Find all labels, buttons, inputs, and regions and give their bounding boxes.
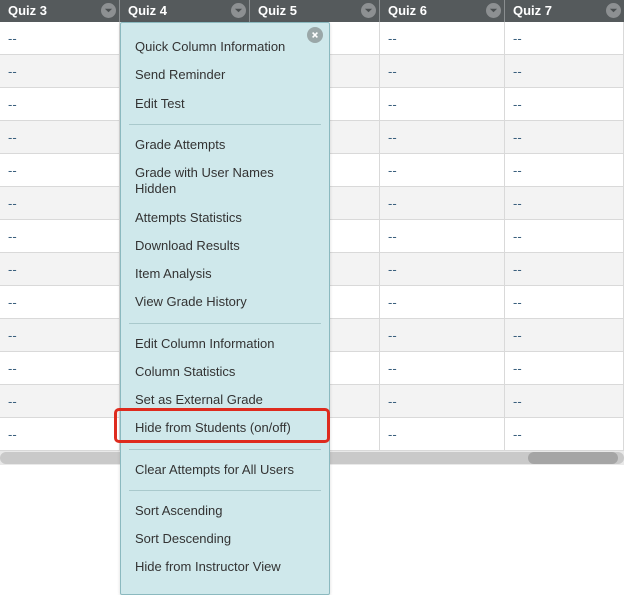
menu-item-sort-ascending[interactable]: Sort Ascending (121, 497, 329, 525)
menu-item-hide-from-students-on-off[interactable]: Hide from Students (on/off) (121, 414, 329, 442)
column-header-quiz-6[interactable]: Quiz 6 (380, 0, 505, 22)
chevron-down-icon[interactable] (231, 3, 246, 18)
menu-item-sort-descending[interactable]: Sort Descending (121, 525, 329, 553)
grade-cell[interactable]: -- (505, 154, 624, 187)
menu-item-view-grade-history[interactable]: View Grade History (121, 288, 329, 316)
menu-item-download-results[interactable]: Download Results (121, 232, 329, 260)
grade-cell[interactable]: -- (505, 220, 624, 253)
scrollbar-thumb[interactable] (528, 452, 618, 464)
grade-cell[interactable]: -- (505, 385, 624, 418)
close-icon[interactable] (307, 27, 323, 43)
menu-item-hide-from-instructor-view[interactable]: Hide from Instructor View (121, 553, 329, 581)
column-header-label: Quiz 5 (258, 3, 297, 18)
grade-cell[interactable]: -- (380, 385, 505, 418)
menu-separator (129, 490, 321, 491)
menu-item-column-statistics[interactable]: Column Statistics (121, 358, 329, 386)
grade-cell[interactable]: -- (380, 286, 505, 319)
grade-cell[interactable]: -- (380, 88, 505, 121)
menu-item-grade-attempts[interactable]: Grade Attempts (121, 131, 329, 159)
grade-cell[interactable]: -- (0, 55, 120, 88)
grade-cell[interactable]: -- (380, 154, 505, 187)
grade-cell[interactable]: -- (380, 55, 505, 88)
grade-cell[interactable]: -- (505, 55, 624, 88)
grade-cell[interactable]: -- (505, 352, 624, 385)
grade-cell[interactable]: -- (380, 319, 505, 352)
grade-cell[interactable]: -- (505, 22, 624, 55)
grade-cell[interactable]: -- (380, 352, 505, 385)
grade-cell[interactable]: -- (380, 22, 505, 55)
grade-cell[interactable]: -- (0, 319, 120, 352)
grade-cell[interactable]: -- (505, 253, 624, 286)
column-header-quiz-3[interactable]: Quiz 3 (0, 0, 120, 22)
grade-cell[interactable]: -- (505, 418, 624, 451)
menu-group: Sort AscendingSort DescendingHide from I… (121, 493, 329, 586)
column-options-menu: Quick Column InformationSend ReminderEdi… (120, 22, 330, 595)
menu-item-send-reminder[interactable]: Send Reminder (121, 61, 329, 89)
grade-cell[interactable]: -- (505, 187, 624, 220)
menu-item-item-analysis[interactable]: Item Analysis (121, 260, 329, 288)
grade-cell[interactable]: -- (505, 88, 624, 121)
grade-cell[interactable]: -- (0, 418, 120, 451)
menu-item-attempts-statistics[interactable]: Attempts Statistics (121, 204, 329, 232)
column-header-label: Quiz 3 (8, 3, 47, 18)
menu-separator (129, 323, 321, 324)
grade-cell[interactable]: -- (505, 286, 624, 319)
grade-cell[interactable]: -- (380, 187, 505, 220)
grade-cell[interactable]: -- (505, 319, 624, 352)
menu-group: Grade AttemptsGrade with User Names Hidd… (121, 127, 329, 321)
grade-cell[interactable]: -- (0, 385, 120, 418)
column-header-quiz-4[interactable]: Quiz 4 (120, 0, 250, 22)
column-header-quiz-7[interactable]: Quiz 7 (505, 0, 624, 22)
grade-cell[interactable]: -- (0, 286, 120, 319)
grade-cell[interactable]: -- (0, 88, 120, 121)
menu-item-quick-column-information[interactable]: Quick Column Information (121, 33, 329, 61)
menu-item-clear-attempts-for-all-users[interactable]: Clear Attempts for All Users (121, 456, 329, 484)
menu-item-edit-test[interactable]: Edit Test (121, 90, 329, 118)
menu-separator (129, 449, 321, 450)
chevron-down-icon[interactable] (361, 3, 376, 18)
grade-cell[interactable]: -- (380, 418, 505, 451)
grade-cell[interactable]: -- (0, 154, 120, 187)
grade-cell[interactable]: -- (0, 22, 120, 55)
menu-item-set-as-external-grade[interactable]: Set as External Grade (121, 386, 329, 414)
chevron-down-icon[interactable] (606, 3, 621, 18)
grade-cell[interactable]: -- (0, 220, 120, 253)
column-header-row: Quiz 3 Quiz 4 Quiz 5 Quiz 6 Quiz 7 (0, 0, 624, 22)
menu-group: Edit Column InformationColumn Statistics… (121, 326, 329, 447)
grade-cell[interactable]: -- (0, 253, 120, 286)
grade-cell[interactable]: -- (380, 121, 505, 154)
grade-cell[interactable]: -- (505, 121, 624, 154)
menu-item-grade-with-user-names-hidden[interactable]: Grade with User Names Hidden (121, 159, 329, 204)
menu-item-edit-column-information[interactable]: Edit Column Information (121, 330, 329, 358)
column-header-label: Quiz 4 (128, 3, 167, 18)
column-header-label: Quiz 6 (388, 3, 427, 18)
menu-group: Clear Attempts for All Users (121, 452, 329, 488)
menu-group: Quick Column InformationSend ReminderEdi… (121, 29, 329, 122)
menu-separator (129, 124, 321, 125)
grade-cell[interactable]: -- (380, 220, 505, 253)
chevron-down-icon[interactable] (486, 3, 501, 18)
grade-cell[interactable]: -- (0, 187, 120, 220)
column-header-quiz-5[interactable]: Quiz 5 (250, 0, 380, 22)
chevron-down-icon[interactable] (101, 3, 116, 18)
column-header-label: Quiz 7 (513, 3, 552, 18)
grade-cell[interactable]: -- (380, 253, 505, 286)
grade-cell[interactable]: -- (0, 352, 120, 385)
grade-cell[interactable]: -- (0, 121, 120, 154)
